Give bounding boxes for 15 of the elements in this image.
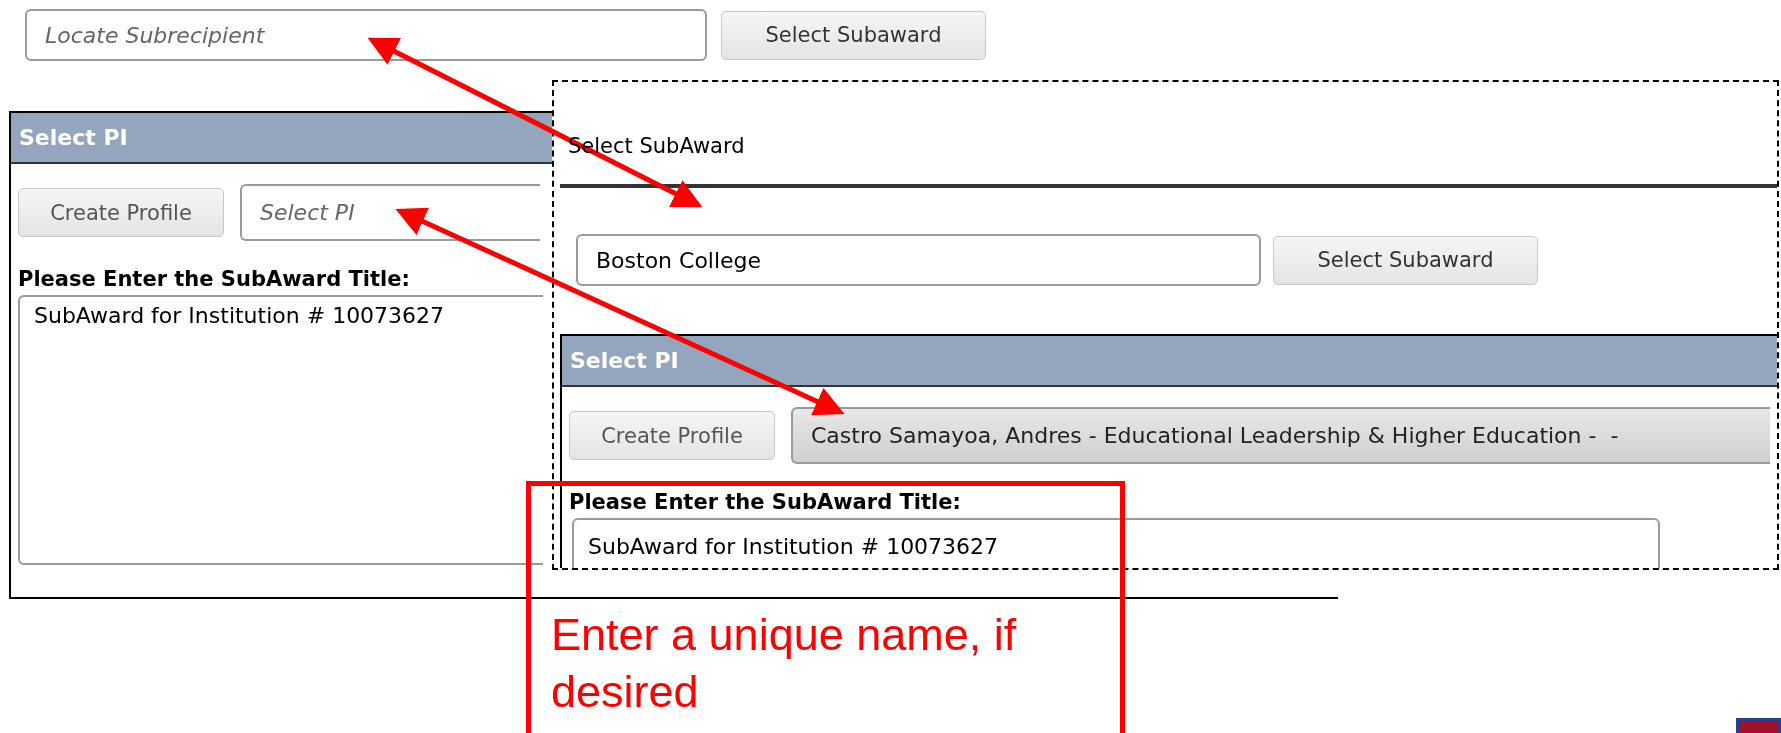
panel-header: Select PI	[562, 336, 1777, 387]
thumbnail-icon	[1736, 718, 1781, 733]
create-profile-button[interactable]: Create Profile	[18, 188, 224, 237]
title-label: Please Enter the SubAward Title:	[17, 266, 411, 293]
title-field[interactable]: SubAward for Institution # 10073627	[572, 518, 1660, 568]
title-label: Please Enter the SubAward Title:	[568, 489, 962, 516]
pi-dropdown[interactable]: Castro Samayoa, Andres - Educational Leadership & Higher Education - -	[791, 407, 1770, 464]
callout-text: Enter a unique name, if desired	[551, 608, 1018, 719]
select-subaward-button[interactable]: Select Subaward	[1273, 235, 1538, 285]
select-pi-field[interactable]: Select PI	[240, 184, 540, 241]
create-profile-button[interactable]: Create Profile	[569, 411, 775, 460]
subrecipient-field[interactable]: Boston College	[576, 234, 1261, 286]
subrecipient-search-field[interactable]: Locate Subrecipient	[25, 9, 707, 61]
select-subaward-button[interactable]: Select Subaward	[721, 10, 986, 60]
title-field[interactable]: SubAward for Institution # 10073627	[18, 295, 543, 565]
